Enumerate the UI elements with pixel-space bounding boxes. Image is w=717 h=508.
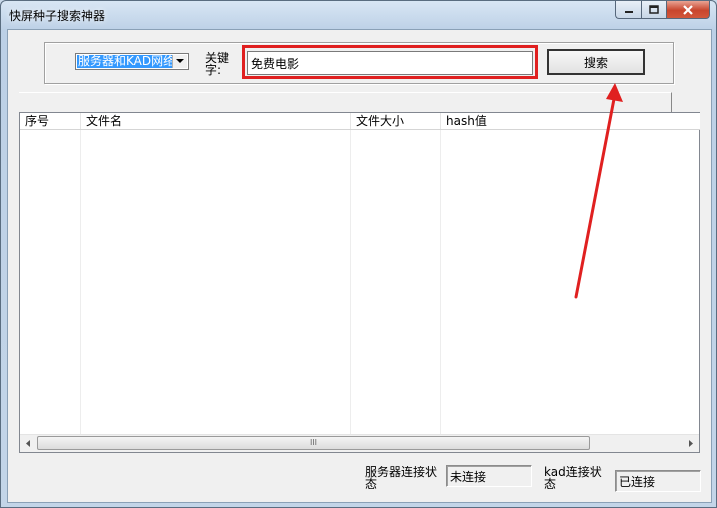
column-header-filename[interactable]: 文件名 [81,113,351,129]
server-status-value: 未连接 [446,465,532,487]
maximize-button[interactable] [641,1,667,19]
scrollbar-thumb[interactable]: III [37,436,590,450]
column-divider [80,130,81,434]
chevron-down-icon [176,59,184,63]
list-header: 序号 文件名 文件大小 hash值 [20,113,700,130]
horizontal-scrollbar[interactable]: III [20,434,699,452]
scroll-right-button[interactable] [682,435,699,452]
server-status-label: 服务器连接状态 [365,466,438,491]
column-header-hash[interactable]: hash值 [441,113,700,129]
search-button[interactable]: 搜索 [547,49,645,75]
column-divider [350,130,351,434]
window-title: 快屏种子搜索神器 [9,9,106,23]
title-bar[interactable]: 快屏种子搜索神器 [1,1,716,29]
keyword-input[interactable] [247,51,533,75]
caption-buttons [615,1,710,19]
column-divider [440,130,441,434]
source-select-value: 服务器和KAD网络 [77,54,177,68]
minimize-button[interactable] [615,1,641,19]
kad-status-value: 已连接 [615,470,701,492]
column-header-index[interactable]: 序号 [20,113,81,129]
maximize-icon [649,5,659,14]
scroll-left-button[interactable] [20,435,37,452]
keyword-label: 关键字: [205,51,230,77]
column-header-filesize[interactable]: 文件大小 [351,113,441,129]
results-list[interactable]: 序号 文件名 文件大小 hash值 III [19,112,700,453]
minimize-icon [624,10,633,13]
scroll-grip: III [309,438,318,447]
search-panel: 服务器和KAD网络 关键字: 搜索 [44,42,674,84]
source-select[interactable]: 服务器和KAD网络 [75,53,189,70]
kad-status-label: kad连接状态 [544,466,602,491]
app-window: 快屏种子搜索神器 服务器和KAD网络 关键字: 搜索 [0,0,717,508]
chevron-right-icon [689,440,693,447]
close-icon [683,4,693,15]
close-button[interactable] [667,1,710,19]
tab-strip [19,92,672,113]
chevron-left-icon [26,440,30,447]
client-area: 服务器和KAD网络 关键字: 搜索 序号 文件名 文件大小 hash值 [7,29,712,503]
dropdown-button[interactable] [172,55,187,68]
